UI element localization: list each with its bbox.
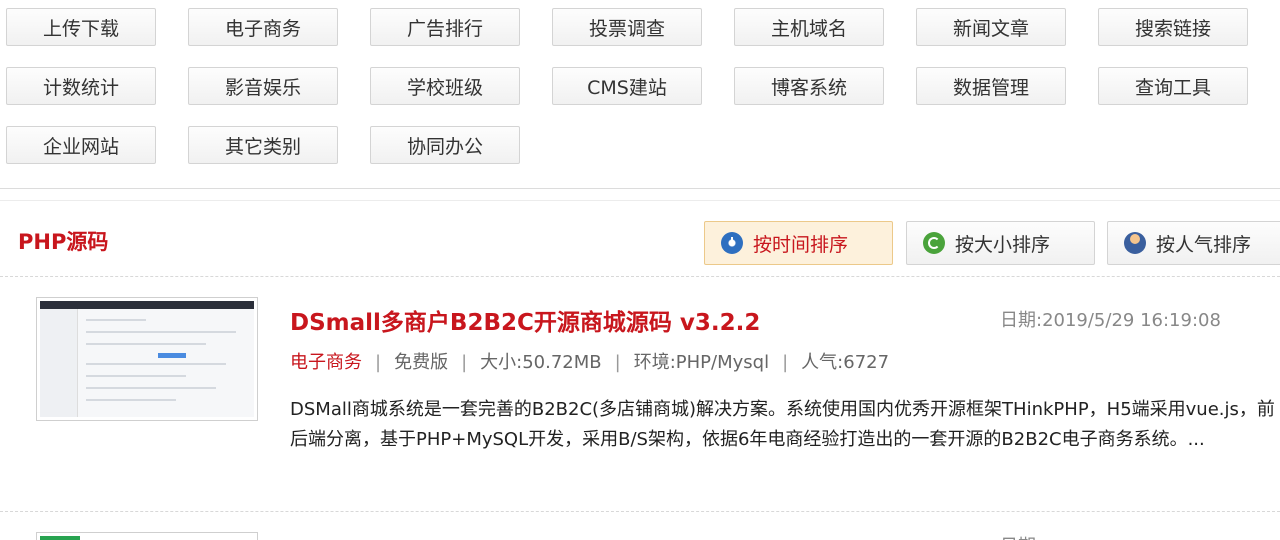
sort-by-time-button[interactable]: 按时间排序 <box>704 221 893 265</box>
item-popularity: 人气:6727 <box>801 352 890 373</box>
sort-label: 按人气排序 <box>1156 233 1252 256</box>
thumbnail-image <box>40 301 254 417</box>
sort-label: 按时间排序 <box>753 233 849 256</box>
category-button[interactable]: 上传下载 <box>6 8 156 46</box>
item-description: DSMall商城系统是一套完善的B2B2C(多店铺商城)解决方案。系统使用国内优… <box>290 399 1275 450</box>
sort-by-size-button[interactable]: 按大小排序 <box>906 221 1095 265</box>
category-button[interactable]: 企业网站 <box>6 126 156 164</box>
item-thumbnail[interactable] <box>36 532 258 540</box>
category-button[interactable]: 主机域名 <box>734 8 884 46</box>
category-button[interactable]: 广告排行 <box>370 8 520 46</box>
category-button[interactable]: CMS建站 <box>552 67 702 105</box>
section-title: PHP源码 <box>18 230 109 254</box>
category-button[interactable]: 其它类别 <box>188 126 338 164</box>
item-meta: 电子商务 | 免费版 | 大小:50.72MB | 环境:PHP/Mysql | 人气:6727 <box>290 352 890 373</box>
category-button[interactable]: 电子商务 <box>188 8 338 46</box>
item-date: 日期 <box>1000 532 1036 540</box>
category-button[interactable]: 计数统计 <box>6 67 156 105</box>
divider <box>0 200 1280 201</box>
item-date: 日期:2019/5/29 16:19:08 <box>1000 310 1221 331</box>
category-button[interactable]: 投票调查 <box>552 8 702 46</box>
category-button[interactable]: 数据管理 <box>916 67 1066 105</box>
category-button[interactable]: 查询工具 <box>1098 67 1248 105</box>
item-env: 环境:PHP/Mysql <box>633 352 770 373</box>
item-size: 大小:50.72MB <box>480 352 602 373</box>
users-icon <box>1124 232 1146 254</box>
category-button[interactable]: 搜索链接 <box>1098 8 1248 46</box>
category-button[interactable]: 新闻文章 <box>916 8 1066 46</box>
divider <box>0 188 1280 189</box>
item-title-link[interactable]: DSmall多商户B2B2C开源商城源码 v3.2.2 <box>290 303 760 337</box>
dashed-divider <box>0 276 1280 277</box>
dashed-divider <box>0 511 1280 512</box>
clock-icon <box>721 232 743 254</box>
category-button[interactable]: 影音娱乐 <box>188 67 338 105</box>
sort-by-popularity-button[interactable]: 按人气排序 <box>1107 221 1280 265</box>
category-button[interactable]: 学校班级 <box>370 67 520 105</box>
item-category-link[interactable]: 电子商务 <box>290 352 362 373</box>
refresh-icon <box>923 232 945 254</box>
category-button[interactable]: 协同办公 <box>370 126 520 164</box>
category-button[interactable]: 博客系统 <box>734 67 884 105</box>
item-license: 免费版 <box>394 352 449 373</box>
item-thumbnail[interactable] <box>36 297 258 421</box>
sort-label: 按大小排序 <box>955 233 1051 256</box>
